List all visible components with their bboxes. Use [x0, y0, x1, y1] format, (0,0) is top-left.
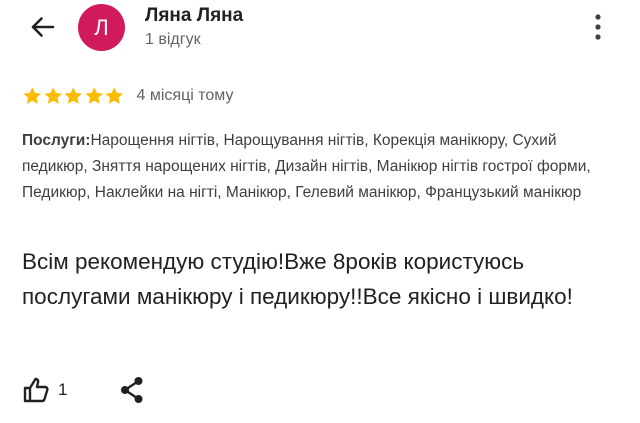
thumb-up-icon — [23, 377, 49, 403]
review-text: Всім рекомендую студію!Вже 8років корист… — [22, 249, 573, 309]
like-button[interactable]: 1 — [22, 376, 67, 404]
rating-row: 4 місяці тому — [22, 86, 233, 106]
star-icon — [64, 87, 82, 104]
back-button[interactable] — [22, 12, 62, 42]
services-list: Послуги:Нарощення нігтів, Нарощування ні… — [22, 128, 622, 206]
star-rating — [22, 86, 125, 106]
share-button[interactable] — [119, 376, 145, 404]
review-page: Л Ляна Ляна 1 відгук 4 місяці тому Послу… — [0, 0, 640, 423]
services-text: Нарощення нігтів, Нарощування нігтів, Ко… — [22, 132, 591, 201]
more-options-button[interactable] — [586, 12, 610, 42]
star-icon — [85, 87, 103, 104]
star-icon — [44, 87, 62, 104]
review-date: 4 місяці тому — [136, 87, 234, 104]
more-vertical-icon — [595, 14, 601, 40]
review-actions: 1 — [22, 376, 145, 404]
avatar-letter: Л — [94, 14, 109, 40]
arrow-left-icon — [31, 17, 55, 37]
star-icon — [105, 87, 123, 104]
services-label: Послуги: — [22, 132, 91, 149]
share-icon — [121, 377, 143, 403]
like-count: 1 — [58, 380, 68, 399]
star-icon — [23, 87, 41, 104]
avatar[interactable]: Л — [78, 4, 125, 51]
author-name[interactable]: Ляна Ляна — [145, 5, 243, 27]
author-review-count: 1 відгук — [145, 31, 201, 48]
